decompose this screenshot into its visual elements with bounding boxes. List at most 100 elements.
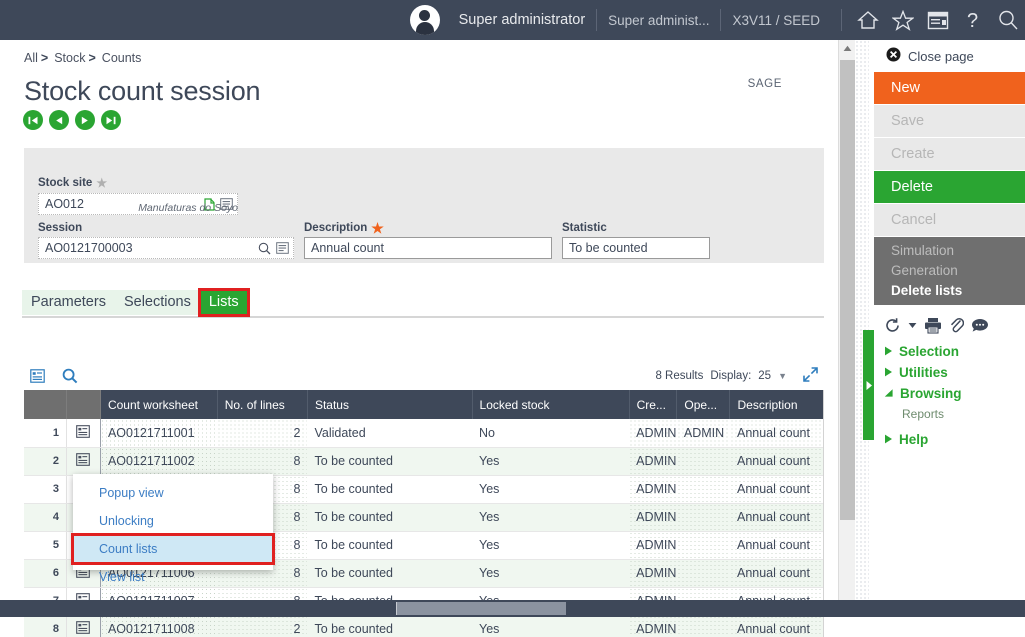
cell-status[interactable]: To be counted [307,615,472,637]
cell-cre[interactable]: ADMIN [629,503,677,531]
breadcrumb-item-stock[interactable]: Stock [54,51,85,65]
col-header-no-of-lines[interactable]: No. of lines [217,390,307,419]
section-selection[interactable]: Selection [874,341,1025,362]
section-help[interactable]: Help [874,429,1025,450]
horizontal-scrollbar-thumb[interactable] [397,602,566,615]
cell-count-worksheet[interactable]: AO0121711008 [100,615,217,637]
col-header-description[interactable]: Description [730,390,824,419]
cell-no-of-lines[interactable]: 2 [217,419,307,447]
tab-selections[interactable]: Selections [115,290,200,315]
context-menu-item-unlocking[interactable]: Unlocking [73,507,273,535]
comment-icon[interactable] [971,318,989,333]
cell-description[interactable]: Annual count [730,559,824,587]
cell-description[interactable]: Annual count [730,419,824,447]
col-header-ope[interactable]: Ope... [677,390,730,419]
new-button[interactable]: New [874,72,1025,104]
row-action-icon[interactable] [76,453,90,466]
description-input-wrap[interactable] [304,237,552,259]
row-action-icon[interactable] [76,621,90,634]
cell-status[interactable]: To be counted [307,447,472,475]
col-header-status[interactable]: Status [307,390,472,419]
refresh-icon[interactable] [884,317,901,334]
cell-ope[interactable] [677,531,730,559]
table-row[interactable]: 8AO01217110082To be countedYesADMINAnnua… [24,615,824,637]
context-menu-item-view-list[interactable]: View list [73,563,273,591]
expand-icon[interactable] [803,367,818,385]
user-name[interactable]: Super administrator [448,12,597,28]
session-input-wrap[interactable] [38,237,294,259]
cell-ope[interactable] [677,447,730,475]
cell-description[interactable]: Annual count [730,531,824,559]
context-menu-item-popup-view[interactable]: Popup view [73,479,273,507]
close-page-button[interactable]: Close page [874,40,1025,72]
tab-parameters[interactable]: Parameters [22,290,115,315]
table-row[interactable]: 1AO01217110012ValidatedNoADMINADMINAnnua… [24,419,824,447]
breadcrumb-item-all[interactable]: All [24,51,38,65]
cell-description[interactable]: Annual count [730,503,824,531]
cell-no-of-lines[interactable]: 8 [217,447,307,475]
user-short[interactable]: Super administ... [597,13,720,28]
cell-description[interactable]: Annual count [730,475,824,503]
avatar[interactable] [410,5,440,35]
vertical-scrollbar[interactable] [838,40,855,617]
cell-locked-stock[interactable]: Yes [472,503,629,531]
cell-cre[interactable]: ADMIN [629,615,677,637]
cell-locked-stock[interactable]: Yes [472,475,629,503]
table-row[interactable]: 2AO01217110028To be countedYesADMINAnnua… [24,447,824,475]
panel-collapse-handle[interactable] [863,330,874,440]
col-header-rownum[interactable] [24,390,66,419]
scroll-up-arrow-icon[interactable] [839,40,856,57]
col-header-count-worksheet[interactable]: Count worksheet [100,390,217,419]
selection-list-icon[interactable] [276,242,289,254]
col-header-cre[interactable]: Cre... [629,390,677,419]
cell-status[interactable]: Validated [307,419,472,447]
breadcrumb-item-counts[interactable]: Counts [102,51,142,65]
chevron-down-icon[interactable]: ▼ [778,371,787,381]
section-browsing[interactable]: Browsing [874,383,1025,404]
cell-locked-stock[interactable]: Yes [472,447,629,475]
list-view-icon[interactable] [30,369,45,383]
cell-action[interactable] [66,447,100,475]
attachment-icon[interactable] [949,316,964,334]
cell-locked-stock[interactable]: Yes [472,531,629,559]
sub-item-reports[interactable]: Reports [874,404,1025,423]
cell-cre[interactable]: ADMIN [629,531,677,559]
scrollbar-thumb[interactable] [840,60,855,520]
cell-count-worksheet[interactable]: AO0121711001 [100,419,217,447]
cell-no-of-lines[interactable]: 2 [217,615,307,637]
print-icon[interactable] [924,317,942,334]
next-record-button[interactable] [75,110,95,130]
cell-description[interactable]: Annual count [730,447,824,475]
statistic-input-wrap[interactable] [562,237,710,259]
cell-status[interactable]: To be counted [307,475,472,503]
cell-cre[interactable]: ADMIN [629,475,677,503]
search-icon[interactable] [62,368,78,384]
cell-cre[interactable]: ADMIN [629,559,677,587]
cell-status[interactable]: To be counted [307,559,472,587]
cell-ope[interactable] [677,559,730,587]
cell-cre[interactable]: ADMIN [629,447,677,475]
cell-ope[interactable] [677,615,730,637]
cell-action[interactable] [66,419,100,447]
col-header-locked-stock[interactable]: Locked stock [472,390,629,419]
previous-record-button[interactable] [49,110,69,130]
cell-ope[interactable] [677,475,730,503]
section-utilities[interactable]: Utilities [874,362,1025,383]
delete-button[interactable]: Delete [874,171,1025,203]
cell-status[interactable]: To be counted [307,531,472,559]
star-icon[interactable] [891,9,914,32]
delete-lists-action[interactable]: Delete lists [874,280,1025,300]
display-value[interactable]: 25 [758,370,771,382]
window-icon[interactable] [926,9,949,32]
tab-lists[interactable]: Lists [200,290,248,315]
cell-cre[interactable]: ADMIN [629,419,677,447]
search-icon[interactable] [258,242,271,255]
cell-locked-stock[interactable]: No [472,419,629,447]
cell-locked-stock[interactable]: Yes [472,615,629,637]
first-record-button[interactable] [23,110,43,130]
context-menu-item-count-lists[interactable]: Count lists [73,535,273,563]
last-record-button[interactable] [101,110,121,130]
home-icon[interactable] [856,9,879,32]
cell-ope[interactable] [677,503,730,531]
cell-locked-stock[interactable]: Yes [472,559,629,587]
